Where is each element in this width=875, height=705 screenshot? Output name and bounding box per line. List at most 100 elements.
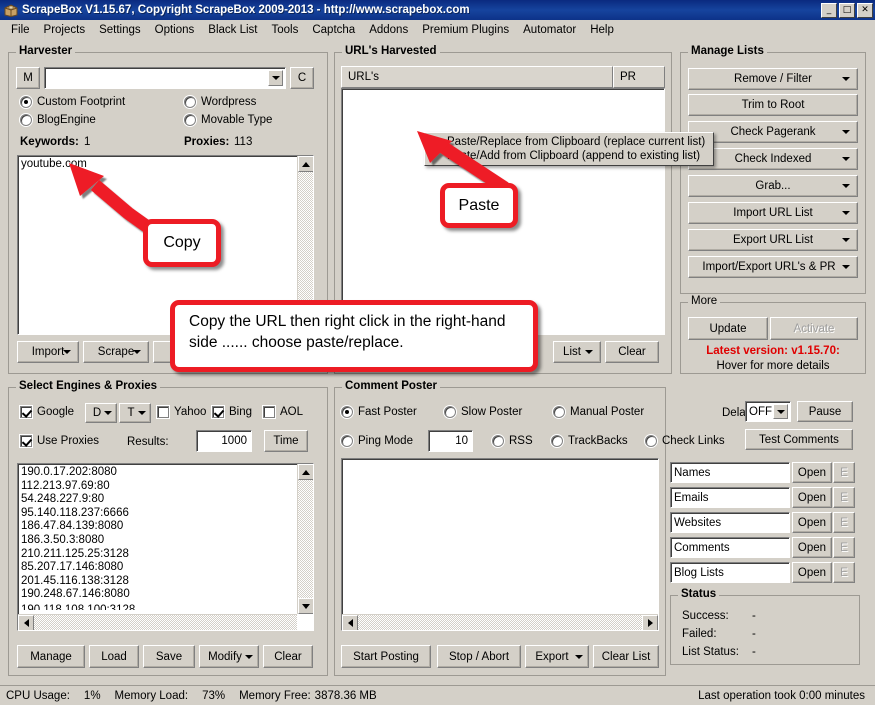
menu-item-black-list[interactable]: Black List bbox=[201, 22, 264, 38]
context-menu-item-paste-add[interactable]: Paste/Add from Clipboard (append to exis… bbox=[425, 149, 713, 163]
menu-item-projects[interactable]: Projects bbox=[37, 22, 93, 38]
websites-open-button[interactable]: Open bbox=[792, 512, 832, 533]
paste-context-menu[interactable]: Paste/Replace from Clipboard (replace cu… bbox=[424, 132, 714, 166]
time-button[interactable]: Time bbox=[264, 430, 308, 452]
proxy-load-button[interactable]: Load bbox=[89, 645, 139, 668]
column-header-pr[interactable]: PR bbox=[613, 66, 665, 88]
button-label: Grab... bbox=[755, 180, 791, 192]
emails-input[interactable]: Emails bbox=[670, 487, 790, 508]
title-bar: ScrapeBox V1.15.67, Copyright ScrapeBox … bbox=[0, 0, 875, 20]
menu-item-file[interactable]: File bbox=[4, 22, 37, 38]
menu-item-premium-plugins[interactable]: Premium Plugins bbox=[415, 22, 516, 38]
radio-movable-type[interactable]: Movable Type bbox=[184, 114, 272, 126]
remove-filter-button[interactable]: Remove / Filter bbox=[688, 68, 858, 90]
scroll-up-icon[interactable] bbox=[298, 156, 313, 172]
comments-open-button[interactable]: Open bbox=[792, 537, 832, 558]
delay-combo[interactable]: OFF bbox=[745, 401, 791, 422]
comments-input[interactable]: Comments bbox=[670, 537, 790, 558]
results-input[interactable]: 1000 bbox=[196, 430, 252, 452]
scroll-down-icon[interactable] bbox=[298, 598, 313, 614]
proxy-clear-button[interactable]: Clear bbox=[263, 645, 313, 668]
radio-slow-poster[interactable]: Slow Poster bbox=[444, 406, 522, 418]
menu-item-addons[interactable]: Addons bbox=[362, 22, 415, 38]
proxy-save-button[interactable]: Save bbox=[143, 645, 195, 668]
proxy-list-text: 190.0.17.202:8080 112.213.97.69:80 54.24… bbox=[21, 466, 130, 601]
chevron-down-icon[interactable] bbox=[268, 70, 283, 86]
radio-fast-poster[interactable]: Fast Poster bbox=[341, 406, 417, 418]
harvester-import-button[interactable]: Import bbox=[17, 341, 79, 363]
import-export-urls-pr-button[interactable]: Import/Export URL's & PR bbox=[688, 256, 858, 278]
stop-abort-button[interactable]: Stop / Abort bbox=[437, 645, 521, 668]
radio-ping-mode[interactable]: Ping Mode bbox=[341, 435, 413, 447]
scroll-right-icon[interactable] bbox=[642, 615, 658, 630]
proxy-list-vscrollbar[interactable] bbox=[297, 464, 313, 614]
import-url-list-button[interactable]: Import URL List bbox=[688, 202, 858, 224]
proxy-manage-button[interactable]: Manage bbox=[17, 645, 85, 668]
names-input[interactable]: Names bbox=[670, 462, 790, 483]
pause-button[interactable]: Pause bbox=[797, 401, 853, 422]
menu-item-tools[interactable]: Tools bbox=[265, 22, 306, 38]
keywords-value: 1 bbox=[84, 136, 91, 148]
column-header-urls[interactable]: URL's bbox=[341, 66, 613, 88]
blog-lists-input[interactable]: Blog Lists bbox=[670, 562, 790, 583]
emails-open-button[interactable]: Open bbox=[792, 487, 832, 508]
memory-free-value: 3878.36 MB bbox=[314, 689, 377, 702]
scroll-up-icon[interactable] bbox=[298, 464, 313, 480]
scroll-left-icon[interactable] bbox=[342, 615, 358, 630]
hover-details-text: Hover for more details bbox=[716, 360, 830, 372]
urls-list-button[interactable]: List bbox=[553, 341, 601, 363]
export-button[interactable]: Export bbox=[525, 645, 589, 668]
minimize-button[interactable]: _ bbox=[821, 2, 837, 18]
chevron-down-icon bbox=[842, 157, 850, 161]
checkbox-icon bbox=[157, 406, 169, 418]
google-t-dropdown[interactable]: T bbox=[119, 403, 151, 423]
blog-lists-open-button[interactable]: Open bbox=[792, 562, 832, 583]
menu-item-settings[interactable]: Settings bbox=[92, 22, 148, 38]
clear-list-button[interactable]: Clear List bbox=[593, 645, 659, 668]
checkbox-use-proxies[interactable]: Use Proxies bbox=[20, 435, 99, 447]
close-button[interactable]: ✕ bbox=[857, 2, 873, 18]
proxy-modify-button[interactable]: Modify bbox=[199, 645, 259, 668]
grab-button[interactable]: Grab... bbox=[688, 175, 858, 197]
proxy-list-hscrollbar[interactable] bbox=[18, 614, 297, 630]
start-posting-button[interactable]: Start Posting bbox=[341, 645, 431, 668]
comment-poster-log-box[interactable] bbox=[341, 458, 659, 631]
radio-manual-poster[interactable]: Manual Poster bbox=[553, 406, 644, 418]
checkbox-yahoo[interactable]: Yahoo bbox=[157, 406, 206, 418]
radio-trackbacks[interactable]: TrackBacks bbox=[551, 435, 628, 447]
proxies-label: Proxies: bbox=[184, 136, 230, 148]
export-url-list-button[interactable]: Export URL List bbox=[688, 229, 858, 251]
checkbox-aol[interactable]: AOL bbox=[263, 406, 303, 418]
context-menu-item-paste-replace[interactable]: Paste/Replace from Clipboard (replace cu… bbox=[425, 135, 713, 149]
urls-clear-button[interactable]: Clear bbox=[605, 341, 659, 363]
google-d-dropdown[interactable]: D bbox=[85, 403, 117, 423]
test-comments-button[interactable]: Test Comments bbox=[745, 429, 853, 450]
harvester-m-button[interactable]: M bbox=[16, 67, 40, 89]
radio-custom-footprint[interactable]: Custom Footprint bbox=[20, 96, 125, 108]
harvester-scrape-button[interactable]: Scrape bbox=[83, 341, 149, 363]
menu-item-help[interactable]: Help bbox=[583, 22, 621, 38]
names-open-button[interactable]: Open bbox=[792, 462, 832, 483]
ping-mode-input[interactable]: 10 bbox=[428, 430, 473, 452]
update-button[interactable]: Update bbox=[688, 317, 768, 340]
maximize-button[interactable]: □ bbox=[839, 2, 855, 18]
radio-wordpress[interactable]: Wordpress bbox=[184, 96, 256, 108]
manage-lists-title: Manage Lists bbox=[688, 45, 767, 57]
checkbox-google[interactable]: Google bbox=[20, 406, 74, 418]
chevron-down-icon bbox=[245, 654, 253, 659]
menu-item-options[interactable]: Options bbox=[148, 22, 202, 38]
radio-blogengine[interactable]: BlogEngine bbox=[20, 114, 96, 126]
proxy-list-box[interactable]: 190.0.17.202:8080 112.213.97.69:80 54.24… bbox=[17, 463, 314, 631]
websites-input[interactable]: Websites bbox=[670, 512, 790, 533]
harvester-c-button[interactable]: C bbox=[290, 67, 314, 89]
menu-item-automator[interactable]: Automator bbox=[516, 22, 583, 38]
menu-item-captcha[interactable]: Captcha bbox=[305, 22, 362, 38]
log-hscrollbar[interactable] bbox=[342, 614, 658, 630]
footprint-combo[interactable] bbox=[44, 67, 286, 89]
chevron-down-icon[interactable] bbox=[773, 404, 788, 419]
scroll-left-icon[interactable] bbox=[18, 615, 34, 630]
radio-check-links[interactable]: Check Links bbox=[645, 435, 725, 447]
trim-to-root-button[interactable]: Trim to Root bbox=[688, 94, 858, 116]
radio-rss[interactable]: RSS bbox=[492, 435, 533, 447]
checkbox-bing[interactable]: Bing bbox=[212, 406, 252, 418]
